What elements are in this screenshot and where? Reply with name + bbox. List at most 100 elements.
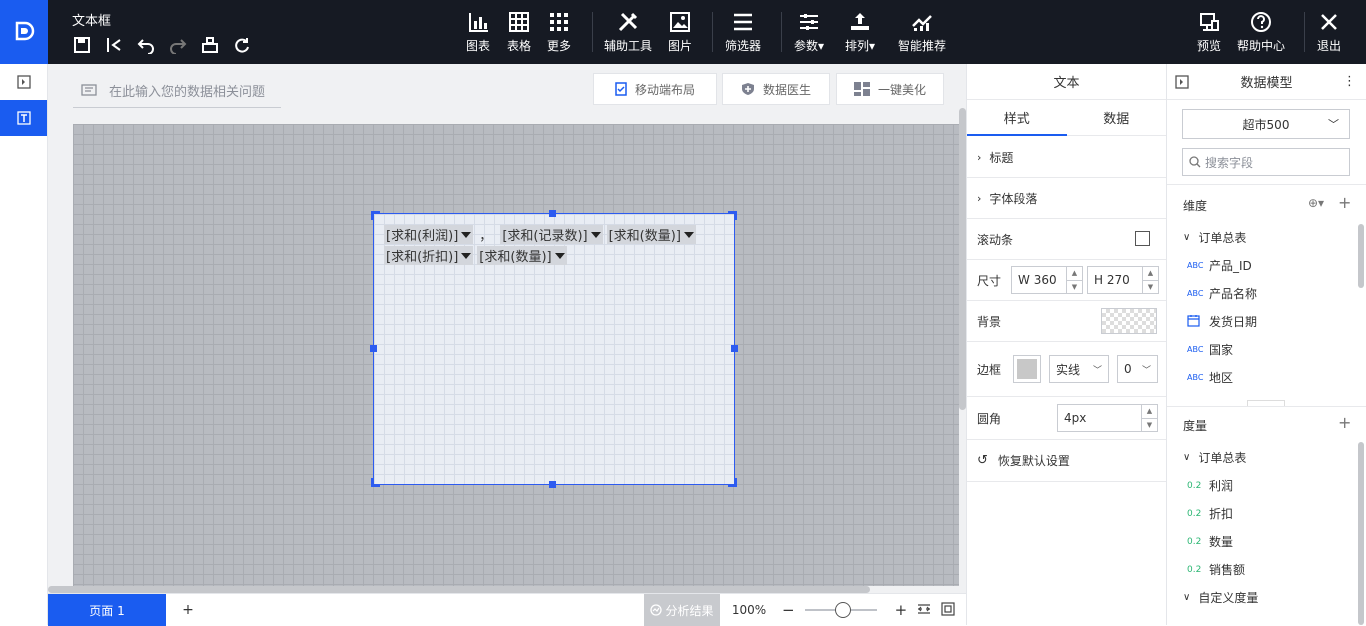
text-type-icon: ABC [1187, 373, 1204, 382]
list-item[interactable]: ABC 国家 [1187, 341, 1233, 358]
data-model-header: 数据模型 ⋮ [1167, 64, 1366, 100]
list-item[interactable]: 发货日期 [1187, 313, 1257, 330]
globe-icon[interactable]: ⊕▾ [1308, 196, 1324, 210]
format-painter-icon[interactable] [198, 34, 222, 56]
radius-input[interactable]: 4px ▲ ▼ [1057, 404, 1158, 432]
text-component-button[interactable] [0, 100, 47, 136]
list-item[interactable]: ABC 产品_ID [1187, 257, 1252, 274]
resize-handle-bottom-left[interactable] [371, 478, 380, 487]
list-item[interactable]: 0.2 销售额 [1187, 561, 1245, 578]
resize-handle-bottom-right[interactable] [728, 478, 737, 487]
chevron-right-icon: › [977, 191, 982, 205]
height-input[interactable]: H 270 ▲ ▼ [1087, 266, 1159, 294]
list-item[interactable]: 0.2 折扣 [1187, 505, 1233, 522]
grid-dots-icon [549, 10, 569, 34]
more-button[interactable]: 更多 [547, 10, 571, 58]
resize-handle-right[interactable] [731, 345, 738, 352]
chevron-down-icon: ﹀ [1092, 365, 1102, 376]
params-button[interactable]: 参数▾ [794, 10, 824, 58]
zoom-in-icon[interactable]: + [895, 601, 908, 619]
image-button[interactable]: 图片 [668, 10, 692, 58]
collapse-panel-button[interactable] [0, 64, 47, 100]
dimension-group[interactable]: ∨ 订单总表 [1183, 229, 1246, 246]
section-font-toggle[interactable]: › 字体段落 [967, 178, 1166, 219]
section-title-toggle[interactable]: › 标题 [967, 137, 1166, 178]
field-search-input[interactable]: 搜索字段 [1182, 148, 1350, 176]
redo-icon[interactable] [166, 34, 190, 56]
tab-data[interactable]: 数据 [1067, 100, 1167, 135]
dataset-select[interactable]: 超市500 ﹀ [1182, 109, 1350, 139]
measure-group[interactable]: ∨ 订单总表 [1183, 449, 1246, 466]
help-center-button[interactable]: 帮助中心 [1237, 10, 1285, 58]
resize-handle-top-right[interactable] [728, 211, 737, 220]
scrollbar-checkbox[interactable] [1135, 231, 1150, 246]
more-vertical-icon[interactable]: ⋮ [1343, 74, 1356, 89]
field-token[interactable]: [求和(利润)] [384, 225, 474, 244]
exit-button[interactable]: 退出 [1317, 10, 1341, 58]
preview-button[interactable]: 预览 [1197, 10, 1221, 58]
list-item[interactable]: 0.2 数量 [1187, 533, 1233, 550]
mobile-layout-button[interactable]: 移动端布局 [593, 73, 717, 105]
zoom-out-icon[interactable]: − [782, 601, 795, 619]
field-token[interactable]: [求和(数量)] [477, 246, 567, 265]
field-token[interactable]: [求和(折扣)] [384, 246, 474, 265]
chevron-down-icon: ﹀ [1328, 118, 1339, 131]
page-tab[interactable]: 页面 1 [48, 594, 166, 626]
one-click-beautify-button[interactable]: 一键美化 [836, 73, 944, 105]
field-token[interactable]: [求和(数量)] [606, 225, 696, 244]
save-icon[interactable] [70, 34, 94, 56]
app-logo[interactable] [0, 0, 48, 64]
page-bar: 页面 1 + 分析结果 100% − + [48, 593, 966, 626]
image-icon [670, 10, 690, 34]
preview-icon [1199, 10, 1219, 34]
radius-row: 圆角 4px ▲ ▼ [967, 397, 1166, 440]
top-toolbar: 文本框 图表 表格 更多 辅助工具 图片 筛选器 参数▾ 排列▾ 智能推荐 预览… [0, 0, 1366, 64]
tab-style[interactable]: 样式 [967, 100, 1067, 135]
resize-handle-top-left[interactable] [371, 211, 380, 220]
horizontal-scrollbar[interactable] [48, 586, 870, 593]
fit-screen-icon[interactable] [941, 601, 955, 619]
measure-scrollbar[interactable] [1358, 442, 1364, 625]
resize-handle-bottom[interactable] [549, 481, 556, 488]
search-icon [1189, 156, 1201, 168]
text-box-component[interactable]: [求和(利润)] ， [求和(记录数)] [求和(数量)] [求和(折扣)] [… [373, 213, 735, 485]
back-to-start-icon[interactable] [102, 34, 126, 56]
reset-default-button[interactable]: ↺ 恢复默认设置 [967, 440, 1166, 482]
smart-recommend-button[interactable]: 智能推荐 [898, 10, 946, 58]
border-width-select[interactable]: 0 ﹀ [1117, 355, 1158, 383]
add-page-button[interactable]: + [178, 594, 198, 626]
analysis-result-button[interactable]: 分析结果 [644, 594, 720, 626]
data-model-panel: 数据模型 ⋮ 超市500 ﹀ 搜索字段 维度 ⊕▾ + ∨ 订单总表 ABC 产品_… [1167, 64, 1366, 625]
field-token[interactable]: [求和(记录数)] [500, 225, 603, 244]
zoom-slider-thumb[interactable] [834, 602, 851, 618]
vertical-scrollbar[interactable] [959, 108, 966, 410]
data-doctor-button[interactable]: 数据医生 [722, 73, 830, 105]
sort-button[interactable]: 排列▾ [845, 10, 875, 58]
table-button[interactable]: 表格 [507, 10, 531, 58]
filter-button[interactable]: 筛选器 [725, 10, 761, 58]
undo-icon[interactable] [134, 34, 158, 56]
resize-handle-left[interactable] [370, 345, 377, 352]
list-item[interactable]: 0.2 利润 [1187, 477, 1233, 494]
list-item[interactable]: ABC 地区 [1187, 369, 1233, 386]
filter-lines-icon [733, 10, 753, 34]
collapse-panel-icon[interactable] [1175, 75, 1189, 93]
custom-measure-group[interactable]: ∨ 自定义度量 [1183, 589, 1258, 606]
refresh-icon[interactable] [230, 34, 254, 56]
width-input[interactable]: W 360 ▲ ▼ [1011, 266, 1083, 294]
chart-button[interactable]: 图表 [466, 10, 490, 58]
border-style-select[interactable]: 实线 ﹀ [1049, 355, 1109, 383]
background-color-picker[interactable] [1101, 308, 1157, 334]
left-sidebar [0, 64, 48, 625]
assist-tools-button[interactable]: 辅助工具 [604, 10, 652, 58]
zoom-slider[interactable] [804, 602, 877, 618]
toolbar-divider [592, 12, 593, 52]
dimension-scrollbar[interactable] [1358, 224, 1364, 288]
fit-width-icon[interactable] [917, 603, 931, 618]
border-color-picker[interactable] [1013, 355, 1041, 383]
resize-handle-top[interactable] [549, 210, 556, 217]
add-measure-icon[interactable]: + [1338, 413, 1351, 432]
add-dimension-icon[interactable]: + [1338, 193, 1351, 212]
list-item[interactable]: ABC 产品名称 [1187, 285, 1257, 302]
ask-data-input[interactable]: 在此输入您的数据相关问题 [73, 74, 281, 108]
